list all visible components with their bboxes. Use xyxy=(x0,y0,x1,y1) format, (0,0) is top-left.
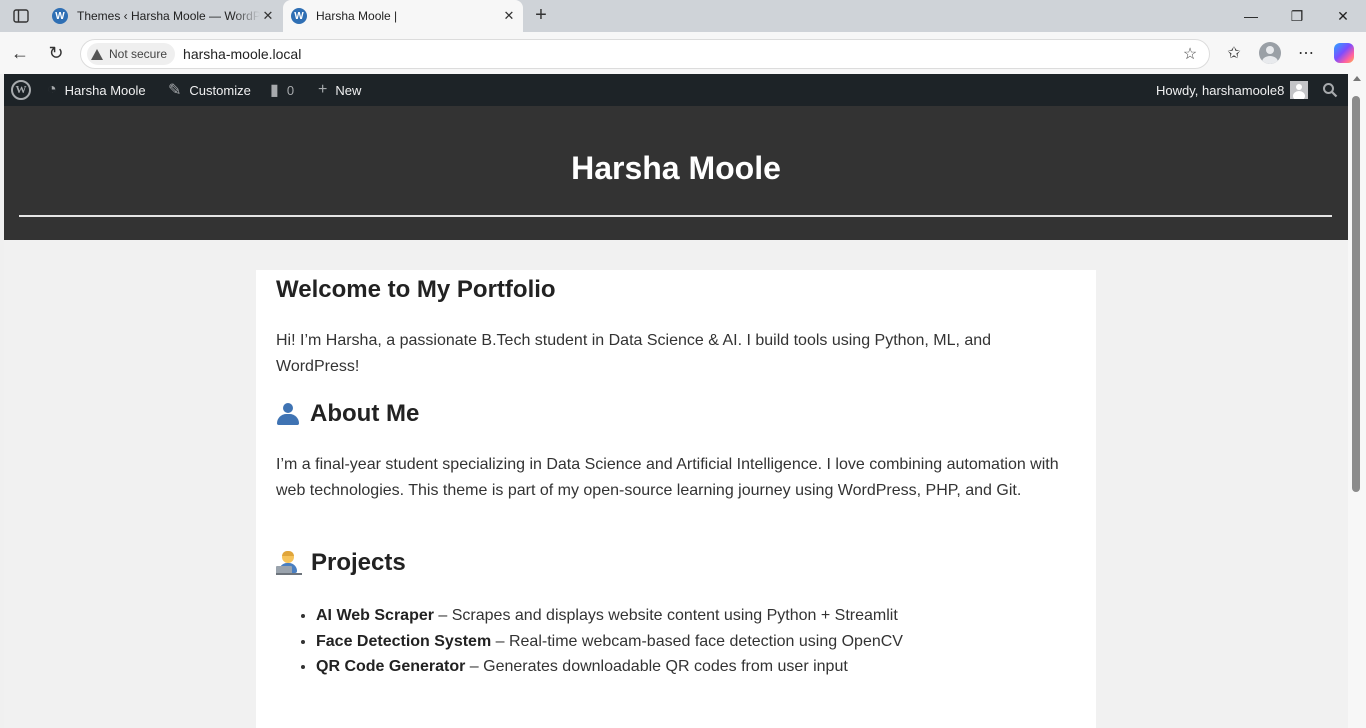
minimize-button[interactable]: — xyxy=(1228,0,1274,32)
customize-label: Customize xyxy=(189,82,251,98)
customize-link[interactable]: ✎ Customize xyxy=(168,74,251,106)
brush-icon: ✎ xyxy=(168,82,182,99)
new-content-menu[interactable]: + New xyxy=(318,74,361,106)
vertical-scrollbar[interactable] xyxy=(1348,74,1366,728)
wp-admin-bar: W ◔ Harsha Moole ✎ Customize ▮ 0 + New H… xyxy=(4,74,1348,106)
address-bar[interactable]: Not secure harsha-moole.local ☆ xyxy=(80,39,1210,69)
new-tab-button[interactable]: + xyxy=(530,4,552,26)
page-viewport: W ◔ Harsha Moole ✎ Customize ▮ 0 + New H… xyxy=(4,74,1348,728)
project-desc: – Generates downloadable QR codes from u… xyxy=(465,658,848,675)
about-heading-label: About Me xyxy=(310,400,420,427)
close-icon[interactable]: ✕ xyxy=(501,8,517,24)
scroll-up-arrow-icon[interactable] xyxy=(1353,76,1361,81)
site-name-menu[interactable]: ◔ Harsha Moole xyxy=(47,74,146,106)
project-desc: – Scrapes and displays website content u… xyxy=(433,607,898,624)
minimize-icon: — xyxy=(1244,8,1258,24)
profile-icon xyxy=(1259,42,1281,64)
restore-icon: ❐ xyxy=(1290,7,1304,24)
close-icon[interactable]: ✕ xyxy=(260,8,276,24)
reload-button[interactable]: ↻ xyxy=(44,41,68,65)
projects-heading: Projects xyxy=(276,549,406,577)
howdy-label: Howdy, harshamoole8 xyxy=(1156,82,1285,98)
restore-button[interactable]: ❐ xyxy=(1274,0,1320,32)
wordpress-icon: W xyxy=(52,8,68,24)
favorites-button[interactable]: ✩ xyxy=(1222,41,1246,65)
about-text: I’m a final-year student specializing in… xyxy=(276,456,1059,499)
security-indicator[interactable]: Not secure xyxy=(87,43,176,65)
tab-harsha-moole[interactable]: W Harsha Moole | ✕ xyxy=(283,0,523,32)
star-icon[interactable]: ☆ xyxy=(1180,44,1200,64)
intro-text: Hi! I’m Harsha, a passionate B.Tech stud… xyxy=(276,332,992,375)
scrollbar-thumb[interactable] xyxy=(1352,96,1360,492)
project-name: Face Detection System xyxy=(316,632,492,650)
back-button[interactable]: ← xyxy=(8,41,32,65)
plus-icon: + xyxy=(318,81,328,98)
wp-logo-menu[interactable]: W xyxy=(11,74,31,106)
warning-icon xyxy=(91,48,103,60)
list-item: AI Web Scraper – Scrapes and displays we… xyxy=(316,603,903,629)
list-item: Face Detection System – Real-time webcam… xyxy=(316,629,903,655)
tab-strip: W Themes ‹ Harsha Moole — WordPress ✕ W … xyxy=(0,0,1366,32)
project-name: QR Code Generator xyxy=(316,658,466,675)
main-content: Welcome to My Portfolio Hi! I’m Harsha, … xyxy=(256,270,1096,728)
copilot-button[interactable] xyxy=(1332,41,1356,65)
search-icon xyxy=(1323,83,1338,98)
site-name-label: Harsha Moole xyxy=(64,82,146,98)
projects-list: AI Web Scraper – Scrapes and displays we… xyxy=(296,603,903,680)
back-icon: ← xyxy=(11,42,29,63)
dashboard-icon: ◔ xyxy=(47,81,57,98)
comments-link[interactable]: ▮ 0 xyxy=(270,74,294,106)
list-item: QR Code Generator – Generates downloadab… xyxy=(316,654,903,680)
project-name: AI Web Scraper xyxy=(316,607,434,624)
tab-title: Themes ‹ Harsha Moole — WordPress xyxy=(77,9,260,23)
favorites-icon: ✩ xyxy=(1227,45,1241,62)
new-label: New xyxy=(335,82,362,98)
more-button[interactable]: ⋯ xyxy=(1294,41,1318,65)
more-icon: ⋯ xyxy=(1298,45,1314,62)
sidebar-toggle-icon xyxy=(13,9,29,23)
tab-actions-button[interactable] xyxy=(8,4,34,28)
close-window-button[interactable]: ✕ xyxy=(1320,0,1366,32)
wordpress-icon: W xyxy=(291,8,307,24)
comments-count: 0 xyxy=(286,82,295,98)
page-title: Welcome to My Portfolio xyxy=(276,276,556,303)
url-text[interactable]: harsha-moole.local xyxy=(183,46,301,62)
plus-icon: + xyxy=(535,3,547,26)
projects-heading-label: Projects xyxy=(311,549,406,576)
security-label: Not secure xyxy=(109,47,168,61)
tab-themes[interactable]: W Themes ‹ Harsha Moole — WordPress ✕ xyxy=(44,0,282,32)
wordpress-icon: W xyxy=(11,80,31,100)
technologist-emoji xyxy=(276,551,302,575)
copilot-icon xyxy=(1334,43,1354,63)
reload-icon: ↻ xyxy=(48,42,64,63)
navigation-bar: ← ↻ Not secure harsha-moole.local ☆ ✩ ⋯ xyxy=(0,32,1366,74)
tab-title: Harsha Moole | xyxy=(316,9,398,23)
header-divider xyxy=(19,215,1332,217)
project-desc: – Real-time webcam-based face detection … xyxy=(491,632,903,650)
close-icon: ✕ xyxy=(1337,7,1349,24)
avatar xyxy=(1290,81,1309,99)
admin-search-button[interactable] xyxy=(1322,74,1338,106)
my-account-menu[interactable]: Howdy, harshamoole8 xyxy=(1156,74,1309,106)
site-header: Harsha Moole xyxy=(4,106,1348,240)
person-emoji xyxy=(276,403,300,425)
comment-icon: ▮ xyxy=(270,82,279,99)
about-heading: About Me xyxy=(276,400,419,428)
profile-button[interactable] xyxy=(1258,41,1282,65)
site-title[interactable]: Harsha Moole xyxy=(4,150,1348,187)
